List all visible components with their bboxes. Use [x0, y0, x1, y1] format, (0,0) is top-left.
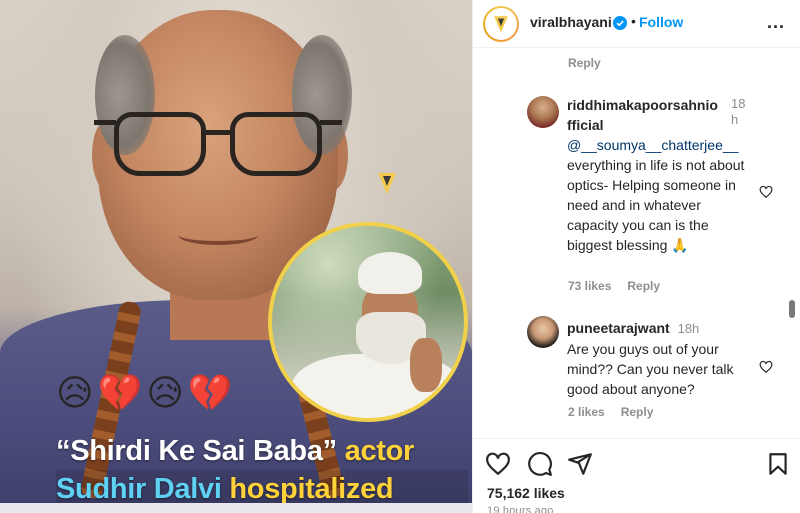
comment-body-text: everything in life is not about optics- … — [567, 157, 745, 253]
viral-bhayani-logo-icon — [378, 173, 396, 194]
headline-actor: actor — [336, 435, 415, 467]
comment-reply-button[interactable]: Reply — [621, 405, 654, 419]
comment-like-heart-icon[interactable] — [759, 360, 773, 374]
viral-bhayani-logo-icon — [494, 16, 508, 33]
comment-text-block: riddhimakapoorsahnio fficial 18 h @__sou… — [567, 95, 747, 255]
headline-name: Sudhir Dalvi — [56, 473, 222, 505]
comment-meta: 73 likes Reply — [568, 279, 660, 293]
comment-content: @__soumya__chatterjee__ everything in li… — [567, 135, 747, 255]
glasses-bridge — [204, 130, 232, 135]
commenter-avatar[interactable] — [527, 316, 559, 348]
comment-body-text: Are you guys out of your mind?? Can you … — [567, 341, 734, 397]
follow-button[interactable]: Follow — [639, 14, 683, 30]
commenter-avatar[interactable] — [527, 96, 559, 128]
headline-cutoff-band — [0, 503, 472, 513]
comment-time: 18h — [677, 321, 700, 336]
post-timestamp[interactable]: 19 hours ago — [487, 505, 554, 513]
header-separator: • — [631, 13, 636, 29]
verified-badge-icon — [613, 16, 627, 30]
comment-reply-button[interactable]: Reply — [627, 279, 660, 293]
inset-sai-baba-portrait — [268, 222, 468, 422]
glasses-arm-right — [320, 120, 342, 125]
reply-button[interactable]: Reply — [568, 56, 601, 70]
account-avatar[interactable] — [483, 6, 519, 42]
comment-like-heart-icon[interactable] — [759, 185, 773, 199]
person-smile — [178, 225, 258, 245]
comment-text-block: puneetarajwant 18h Are you guys out of y… — [567, 318, 747, 399]
comments-scrollbar[interactable] — [789, 300, 795, 318]
glasses-lens-right — [230, 112, 322, 176]
post-side-panel: viralbhayani • Follow ... Reply riddhima… — [472, 0, 800, 513]
inset-head-cloth — [358, 252, 422, 294]
glasses-lens-left — [114, 112, 206, 176]
post-header: viralbhayani • Follow ... — [473, 0, 800, 48]
broken-heart-emoji: 💔 — [97, 373, 143, 414]
sad-face-emoji: 😥 — [56, 373, 94, 414]
sad-face-emoji: 😥 — [146, 373, 184, 414]
headline-line-1: “Shirdi Ke Sai Baba” actor — [56, 432, 468, 470]
heart-icon[interactable] — [485, 451, 511, 477]
headline-hospitalized: hospitalized — [221, 473, 394, 505]
broken-heart-emoji: 💔 — [187, 373, 233, 414]
mention-link[interactable]: @__soumya__chatterjee__ — [567, 137, 738, 153]
comment-icon[interactable] — [527, 451, 553, 477]
comment-likes-count[interactable]: 73 likes — [568, 279, 611, 293]
headline-quote: “Shirdi Ke Sai Baba” — [56, 435, 337, 467]
more-options-button[interactable]: ... — [767, 12, 785, 33]
emoji-row: 😥 💔 😥 💔 — [56, 374, 233, 414]
avatar-inner-ring — [485, 8, 517, 40]
post-media[interactable]: 😥 💔 😥 💔 “Shirdi Ke Sai Baba” actor Sudhi… — [0, 0, 472, 513]
avatar-core — [487, 10, 515, 38]
account-username[interactable]: viralbhayani — [530, 14, 612, 30]
share-icon[interactable] — [567, 451, 593, 477]
post-headline: “Shirdi Ke Sai Baba” actor Sudhir Dalvi … — [56, 432, 468, 508]
glasses-arm-left — [94, 120, 116, 125]
comment-meta: 2 likes Reply — [568, 405, 653, 419]
comments-list[interactable]: Reply riddhimakapoorsahnio fficial 18 h … — [473, 48, 800, 438]
bookmark-icon[interactable] — [765, 451, 791, 477]
comment-likes-count[interactable]: 2 likes — [568, 405, 605, 419]
post-likes-count[interactable]: 75,162 likes — [487, 485, 565, 501]
comment-time: 18 h — [731, 96, 746, 127]
commenter-username[interactable]: riddhimakapoorsahnio fficial — [567, 95, 718, 135]
commenter-username[interactable]: puneetarajwant — [567, 320, 670, 336]
inset-raised-hand — [410, 338, 442, 392]
post-actions: 75,162 likes 19 hours ago — [473, 438, 800, 513]
